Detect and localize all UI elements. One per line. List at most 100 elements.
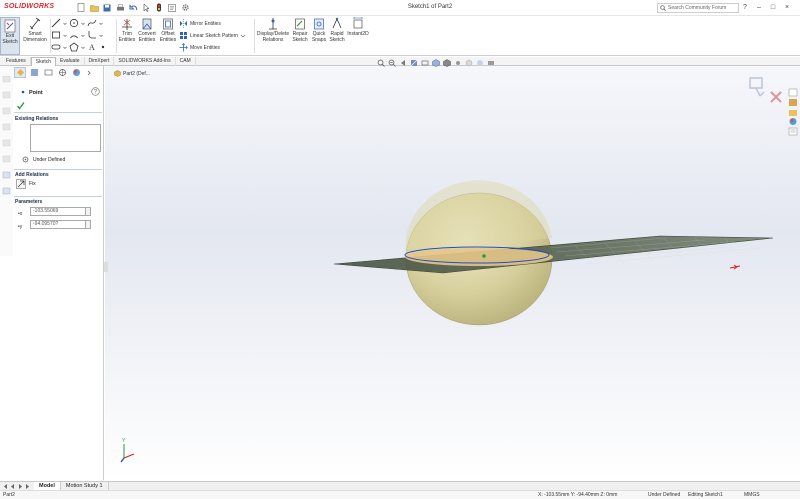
move-entities-button[interactable]: Move Entities bbox=[179, 43, 220, 52]
help-icon[interactable]: ? bbox=[740, 2, 750, 13]
hide-show-items-icon[interactable] bbox=[453, 59, 462, 68]
dropdown-arrow-icon[interactable] bbox=[81, 18, 85, 28]
fix-relation-button[interactable] bbox=[16, 179, 26, 189]
tab-solidworks-addins[interactable]: SOLIDWORKS Add-Ins bbox=[114, 57, 176, 66]
rectangle-icon[interactable] bbox=[51, 30, 61, 40]
exit-sketch-corner-icon[interactable] bbox=[749, 77, 763, 89]
save-icon[interactable] bbox=[102, 2, 112, 13]
new-document-icon[interactable] bbox=[76, 2, 86, 13]
section-view-icon[interactable] bbox=[409, 59, 418, 68]
tab-dimxpert[interactable]: DimXpert bbox=[85, 57, 115, 66]
close-icon[interactable]: × bbox=[782, 2, 792, 13]
select-pointer-icon[interactable] bbox=[141, 2, 151, 13]
dimxpert-tab[interactable] bbox=[56, 67, 68, 78]
options-gear-icon[interactable] bbox=[180, 2, 190, 13]
appearances-icon[interactable] bbox=[788, 117, 798, 126]
slot-icon[interactable] bbox=[51, 42, 61, 52]
y-spin-control[interactable] bbox=[86, 220, 91, 229]
tab-cam[interactable]: CAM bbox=[176, 57, 196, 66]
linear-pattern-button[interactable]: Linear Sketch Pattern bbox=[179, 31, 246, 40]
sketch-plane[interactable] bbox=[333, 235, 774, 274]
polygon-icon[interactable] bbox=[69, 42, 79, 52]
section-divider bbox=[14, 112, 102, 113]
line-icon[interactable] bbox=[51, 18, 61, 28]
quick-snaps-button[interactable]: Quick Snaps bbox=[310, 17, 328, 43]
display-style-icon[interactable] bbox=[442, 59, 451, 68]
edit-appearance-icon[interactable] bbox=[464, 59, 473, 68]
dropdown-arrow-icon[interactable] bbox=[63, 42, 67, 52]
search-box[interactable] bbox=[657, 3, 739, 13]
dropdown-arrow-icon[interactable] bbox=[240, 33, 246, 39]
feature-tree-tab[interactable] bbox=[28, 67, 40, 78]
previous-view-icon[interactable] bbox=[398, 59, 407, 68]
sketch-fillet-icon[interactable] bbox=[87, 30, 97, 40]
more-tabs-arrow-icon[interactable] bbox=[84, 67, 96, 78]
minimize-icon[interactable]: – bbox=[754, 2, 764, 13]
trim-entities-button[interactable]: Trim Entities bbox=[117, 17, 137, 43]
tab-scroll-arrows-icon[interactable] bbox=[2, 483, 32, 490]
apply-scene-icon[interactable] bbox=[475, 59, 484, 68]
dynamic-annotation-icon[interactable] bbox=[420, 59, 429, 68]
zoom-to-area-icon[interactable] bbox=[387, 59, 396, 68]
tab-evaluate[interactable]: Evaluate bbox=[56, 57, 85, 66]
smart-dimension-button[interactable]: Smart Dimension bbox=[22, 17, 48, 43]
existing-relations-list[interactable] bbox=[30, 124, 101, 152]
panel-title: Point bbox=[29, 90, 43, 96]
design-library-icon[interactable] bbox=[788, 98, 798, 107]
dropdown-arrow-icon[interactable] bbox=[63, 18, 67, 28]
repair-sketch-button[interactable]: Repair Sketch bbox=[290, 17, 310, 43]
convert-entities-label: Convert Entities bbox=[138, 31, 156, 43]
command-manager-ribbon: Exit Sketch Smart Dimension A Trim Entit… bbox=[0, 16, 800, 56]
cancel-sketch-corner-icon[interactable] bbox=[770, 91, 782, 103]
tab-features[interactable]: Features bbox=[2, 57, 31, 66]
dropdown-arrow-icon[interactable] bbox=[63, 30, 67, 40]
arc-icon[interactable] bbox=[69, 30, 79, 40]
offset-entities-button[interactable]: Offset Entities bbox=[158, 17, 178, 43]
circle-icon[interactable] bbox=[69, 18, 79, 28]
zoom-to-fit-icon[interactable] bbox=[376, 59, 385, 68]
tab-sketch[interactable]: Sketch bbox=[30, 57, 57, 66]
selected-point[interactable] bbox=[482, 254, 486, 258]
panel-collapse-handle[interactable] bbox=[104, 262, 108, 272]
display-manager-tab[interactable] bbox=[70, 67, 82, 78]
exit-sketch-button[interactable]: Exit Sketch bbox=[0, 17, 20, 55]
feature-tree-flyout[interactable]: Part2 (Def... bbox=[114, 70, 150, 77]
x-coordinate-field[interactable]: -103.55069 bbox=[30, 207, 86, 216]
mirror-entities-button[interactable]: Mirror Entities bbox=[179, 19, 221, 28]
open-folder-icon[interactable] bbox=[89, 2, 99, 13]
dropdown-arrow-icon[interactable] bbox=[99, 30, 103, 40]
help-icon[interactable]: ? bbox=[91, 87, 100, 96]
status-units[interactable]: MMGS bbox=[744, 492, 760, 498]
file-explorer-icon[interactable] bbox=[788, 108, 798, 117]
view-orientation-icon[interactable] bbox=[431, 59, 440, 68]
display-relations-button[interactable]: Display/Delete Relations bbox=[256, 17, 290, 43]
rebuild-icon[interactable] bbox=[154, 2, 164, 13]
convert-entities-button[interactable]: Convert Entities bbox=[137, 17, 157, 43]
flyout-part-name: Part2 (Def... bbox=[123, 70, 150, 77]
instant2d-button[interactable]: Instant2D bbox=[346, 17, 370, 38]
y-coordinate-icon: •y bbox=[18, 224, 23, 230]
ok-checkmark-icon[interactable] bbox=[16, 101, 25, 110]
dropdown-arrow-icon[interactable] bbox=[99, 18, 103, 28]
spline-icon[interactable] bbox=[87, 18, 97, 28]
graphics-area[interactable]: Y bbox=[105, 66, 800, 480]
x-spin-control[interactable] bbox=[86, 207, 91, 216]
restore-icon[interactable]: □ bbox=[768, 2, 778, 13]
view-settings-icon[interactable] bbox=[486, 59, 495, 68]
property-manager-tab[interactable] bbox=[14, 67, 26, 78]
configuration-tab[interactable] bbox=[42, 67, 54, 78]
custom-properties-icon[interactable] bbox=[788, 127, 798, 136]
window-title: Sketch1 of Part2 bbox=[407, 4, 453, 10]
search-input[interactable] bbox=[668, 5, 736, 11]
file-properties-icon[interactable] bbox=[167, 2, 177, 13]
y-coordinate-field[interactable]: -94.09570? bbox=[30, 220, 86, 229]
point-icon[interactable] bbox=[99, 42, 107, 52]
sketch-origin-marker[interactable] bbox=[729, 264, 741, 270]
solidworks-resources-icon[interactable] bbox=[788, 88, 798, 97]
dropdown-arrow-icon[interactable] bbox=[81, 30, 85, 40]
sketch-text-icon[interactable]: A bbox=[87, 42, 97, 52]
rapid-sketch-button[interactable]: Rapid Sketch bbox=[328, 17, 346, 43]
print-icon[interactable] bbox=[115, 2, 125, 13]
dropdown-arrow-icon[interactable] bbox=[81, 42, 85, 52]
undo-icon[interactable] bbox=[128, 2, 138, 13]
